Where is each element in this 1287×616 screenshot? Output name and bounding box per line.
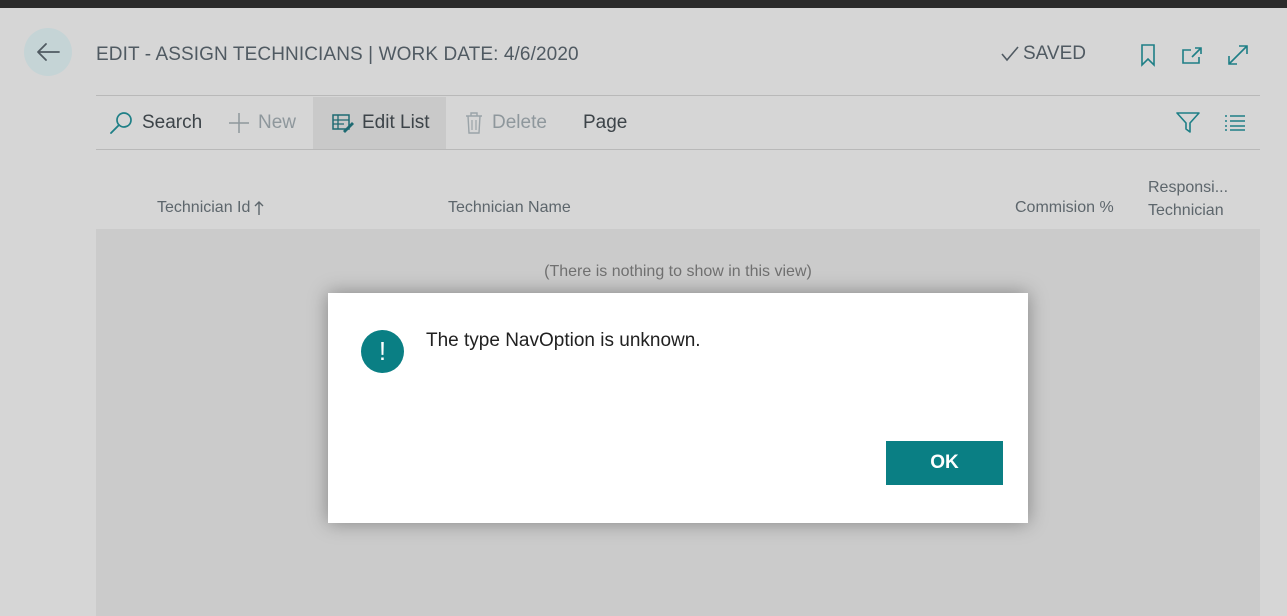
header-divider (96, 95, 1260, 96)
column-label-technician-name: Technician Name (448, 199, 571, 216)
back-arrow-icon (37, 43, 60, 61)
page-label: Page (583, 112, 628, 133)
search-label: Search (142, 112, 203, 133)
new-label: New (258, 112, 297, 133)
top-bar (0, 0, 1287, 8)
list-view-icon (1225, 115, 1245, 131)
bookmark-icon (1141, 44, 1155, 67)
open-in-new-window-icon (1182, 47, 1202, 64)
search-button[interactable]: Search (96, 97, 214, 149)
empty-list-message: (There is nothing to show in this view) (544, 263, 812, 280)
page-title: EDIT - ASSIGN TECHNICIANS | WORK DATE: 4… (96, 44, 579, 65)
column-label-responsible-line2: Technician (1148, 202, 1224, 219)
plus-icon (229, 113, 249, 133)
column-header-commission[interactable]: Commision % (1015, 199, 1114, 217)
bookmark-button[interactable] (1135, 42, 1161, 68)
dialog-message: The type NavOption is unknown. (426, 330, 701, 351)
column-label-technician-id: Technician Id (157, 199, 251, 216)
filter-button[interactable] (1166, 97, 1210, 149)
list-view-button[interactable] (1214, 97, 1256, 149)
trash-icon (466, 112, 482, 134)
delete-button[interactable]: Delete (452, 97, 559, 149)
saved-indicator: SAVED (1000, 43, 1086, 65)
edit-list-label: Edit List (362, 112, 430, 133)
column-header-technician-name[interactable]: Technician Name (448, 199, 571, 217)
page-menu-button[interactable]: Page (571, 97, 639, 149)
edit-list-button[interactable]: Edit List (313, 97, 446, 149)
action-bar: Search New Edit List Delete Page (96, 97, 1260, 149)
column-label-commission: Commision % (1015, 199, 1114, 216)
exclamation-icon: ! (361, 330, 404, 373)
back-button[interactable] (24, 28, 72, 76)
checkmark-icon (1001, 46, 1019, 62)
ok-button[interactable]: OK (886, 441, 1003, 485)
column-label-responsible-line1: Responsi... (1148, 179, 1229, 196)
sort-ascending-icon (254, 201, 264, 215)
edit-list-icon (332, 114, 354, 133)
open-new-window-button[interactable] (1179, 42, 1205, 68)
saved-label: SAVED (1023, 43, 1087, 64)
error-dialog: ! The type NavOption is unknown. OK (328, 293, 1028, 523)
new-button[interactable]: New (216, 97, 308, 149)
column-header-technician-id[interactable]: Technician Id (157, 199, 264, 217)
filter-icon (1176, 112, 1200, 133)
column-header-responsible-technician[interactable]: Responsi... Technician (1148, 176, 1228, 222)
toolbar-divider (96, 149, 1260, 150)
expand-button[interactable] (1225, 42, 1251, 68)
delete-label: Delete (492, 112, 547, 133)
expand-icon (1228, 45, 1248, 65)
search-icon (110, 112, 132, 134)
